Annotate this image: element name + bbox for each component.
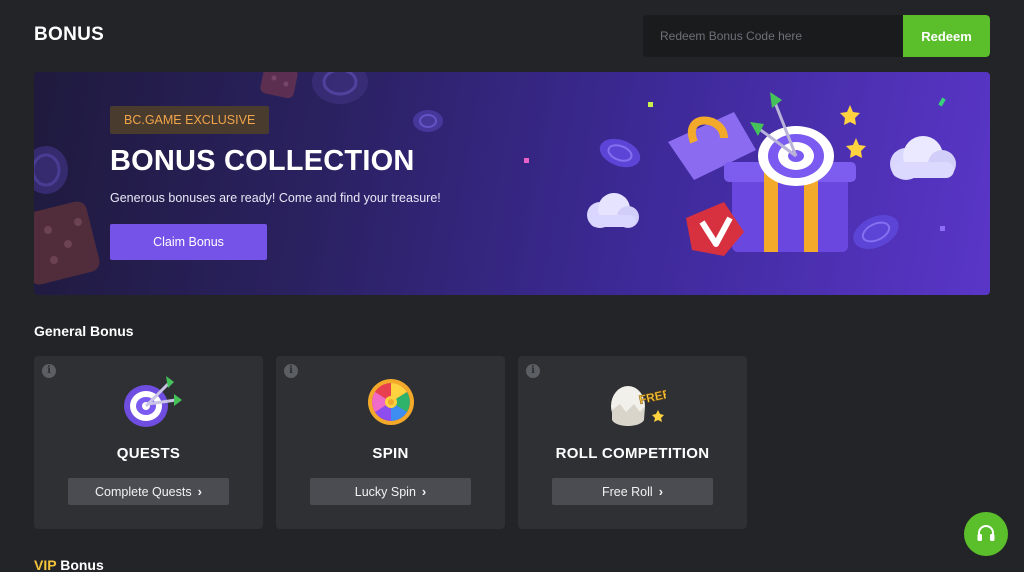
- vip-title-rest: Bonus: [56, 557, 104, 572]
- star-icon: [840, 105, 866, 158]
- confetti-icon: [940, 226, 945, 231]
- coin-icon: [34, 146, 68, 194]
- confetti-icon: [648, 102, 653, 107]
- dice-icon: [34, 201, 100, 285]
- redeem-code-input[interactable]: [643, 15, 903, 57]
- confetti-icon: [938, 97, 946, 107]
- bonus-card-quests: i QUESTS Complete Quests ›: [34, 356, 263, 529]
- redeem-button[interactable]: Redeem: [903, 15, 990, 57]
- button-label: Complete Quests: [95, 484, 192, 499]
- card-title: QUESTS: [116, 445, 181, 462]
- chevron-right-icon: ›: [197, 484, 202, 499]
- coin-icon: [599, 138, 641, 168]
- confetti-icon: [524, 158, 529, 163]
- bonus-card-roll-competition: i FREE ROLL COMPETITION Free Roll ›: [518, 356, 747, 529]
- lucky-spin-button[interactable]: Lucky Spin ›: [310, 478, 471, 505]
- redeem-code-form: Redeem: [643, 15, 990, 57]
- bonus-card-spin: i SPIN Lucky Spin ›: [276, 356, 505, 529]
- cloud-icon: [587, 193, 639, 228]
- button-label: Free Roll: [601, 484, 653, 499]
- headset-icon: [977, 525, 995, 541]
- complete-quests-button[interactable]: Complete Quests ›: [68, 478, 229, 505]
- spin-wheel-icon: [368, 379, 414, 425]
- chevron-right-icon: ›: [658, 484, 664, 499]
- bonus-page: BONUS Redeem Bonus Code here Redeem BC.G…: [0, 0, 1024, 572]
- exclusive-tag: BC.GAME EXCLUSIVE: [110, 106, 270, 134]
- bonus-banner: BC.GAME EXCLUSIVE BONUS COLLECTION Gener…: [34, 72, 990, 295]
- banner-subtitle: Generous bonuses are ready! Come and fin…: [110, 191, 441, 205]
- chevron-right-icon: ›: [421, 484, 427, 499]
- button-label: Lucky Spin: [354, 484, 416, 499]
- free-egg-icon: FREE: [611, 386, 666, 426]
- claim-bonus-button[interactable]: Claim Bonus: [110, 224, 267, 260]
- svg-text:FREE: FREE: [638, 387, 666, 407]
- cloud-icon: [890, 136, 956, 180]
- coin-icon: [853, 215, 899, 249]
- coin-icon: [413, 110, 443, 132]
- free-roll-button[interactable]: Free Roll ›: [552, 478, 713, 505]
- info-icon[interactable]: i: [526, 364, 540, 378]
- target-icon: [124, 376, 182, 427]
- info-icon[interactable]: i: [284, 364, 298, 378]
- card-title: ROLL COMPETITION: [555, 445, 710, 462]
- vip-accent: VIP: [34, 557, 57, 572]
- general-bonus-title: General Bonus: [34, 323, 134, 339]
- banner-title: BONUS COLLECTION: [110, 145, 415, 177]
- vip-bonus-title: VIP Bonus: [34, 557, 104, 572]
- info-icon[interactable]: i: [42, 364, 56, 378]
- page-title: BONUS: [34, 24, 105, 45]
- coin-icon: [312, 72, 368, 104]
- dice-icon: [260, 72, 298, 99]
- card-title: SPIN: [372, 445, 409, 462]
- support-chat-button[interactable]: [964, 512, 1008, 556]
